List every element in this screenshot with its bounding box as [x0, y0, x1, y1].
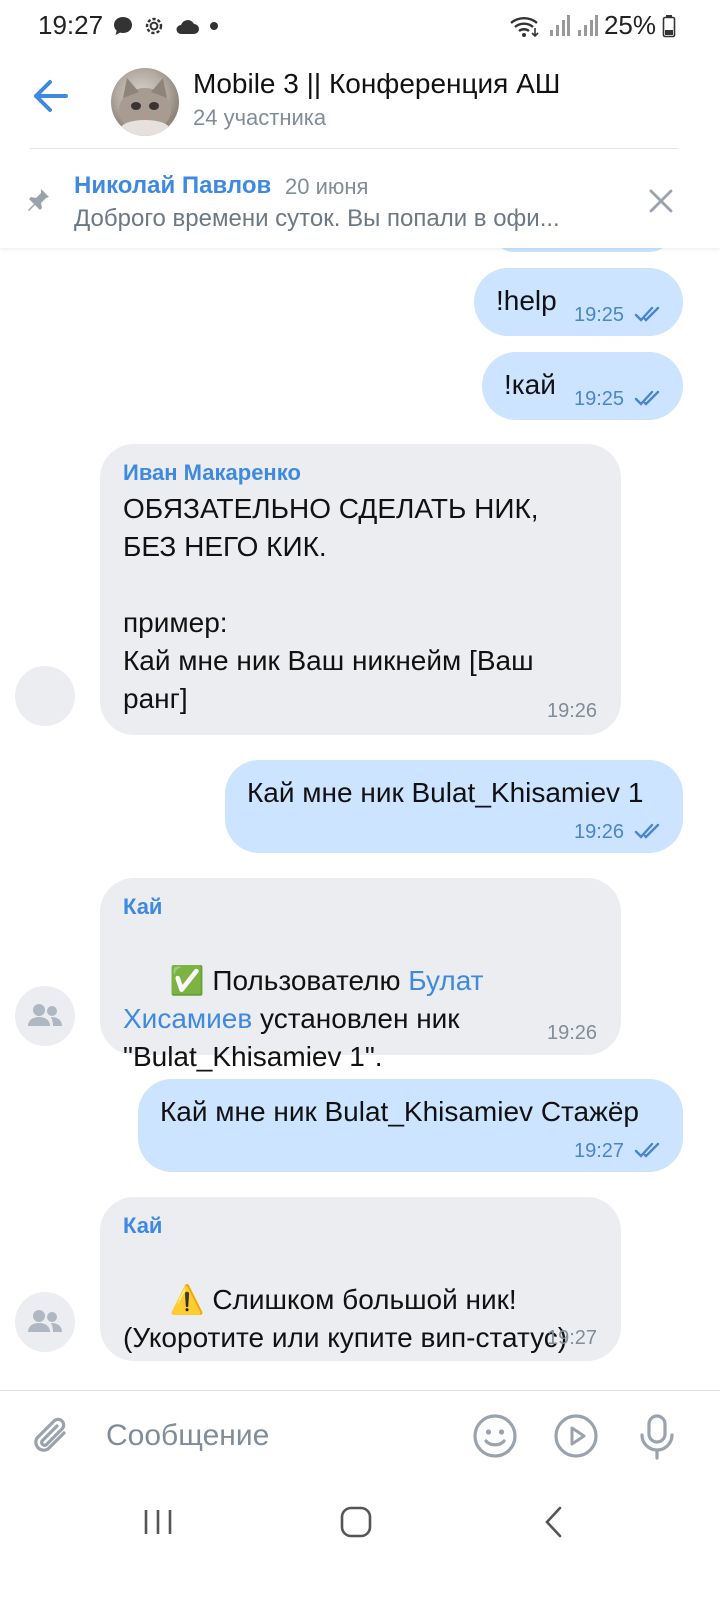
- message-time: 19:27: [574, 1140, 625, 1162]
- message-text: Кай мне ник Bulat_Khisamiev Стажёр: [160, 1096, 640, 1127]
- double-check-icon: [634, 1142, 660, 1158]
- sender-name[interactable]: Иван Макаренко: [123, 460, 301, 486]
- home-button[interactable]: [338, 1504, 374, 1540]
- message-text-part: ⚠️ Слишком большой ник!: [169, 1284, 517, 1315]
- recent-apps-button[interactable]: [140, 1504, 176, 1540]
- notification-icons: [112, 14, 220, 38]
- dot-icon: [210, 22, 218, 30]
- back-nav-button[interactable]: [538, 1504, 574, 1540]
- message-input[interactable]: [106, 1413, 436, 1459]
- message-text-part: установлен ник: [252, 1003, 460, 1034]
- message-bubble-out[interactable]: !help 19:25: [474, 268, 683, 336]
- kitten-avatar-image: [119, 78, 171, 136]
- back-button[interactable]: [28, 74, 76, 118]
- video-message-button[interactable]: [553, 1413, 599, 1464]
- pinned-message[interactable]: Николай Павлов 20 июня Доброго времени с…: [0, 150, 720, 248]
- chat-avatar[interactable]: [111, 68, 179, 136]
- chevron-left-icon: [545, 1506, 562, 1538]
- unpin-close-button[interactable]: [646, 186, 676, 216]
- play-circle-icon: [554, 1414, 598, 1458]
- paperclip-icon: [34, 1417, 66, 1452]
- wifi-icon: [510, 16, 539, 37]
- double-check-icon: [634, 390, 660, 406]
- bot-avatar[interactable]: [15, 1292, 75, 1352]
- sender-name[interactable]: Кай: [123, 894, 162, 920]
- message-text-part: ✅ Пользователю: [169, 965, 409, 996]
- pinned-author: Николай Павлов: [74, 172, 272, 199]
- system-indicators: 25%: [508, 10, 676, 41]
- double-check-icon: [634, 306, 660, 322]
- pinned-date: 20 июня: [285, 174, 369, 199]
- bot-avatar[interactable]: [15, 986, 75, 1046]
- message-text-part: "Bulat_Khisamiev 1".: [123, 1041, 383, 1072]
- user-mention-link[interactable]: Хисамиев: [123, 1003, 252, 1034]
- home-icon: [340, 1506, 372, 1538]
- chat-bubble-icon: [114, 17, 132, 35]
- microphone-icon: [640, 1414, 674, 1460]
- message-time: 19:25: [574, 304, 625, 326]
- chat-header: Mobile 3 || Конференция АШ 24 участника: [0, 52, 720, 148]
- group-users-icon: [28, 1004, 62, 1026]
- message-bubble-out[interactable]: Кай мне ник Bulat_Khisamiev 1 19:26: [225, 760, 683, 853]
- message-composer: [0, 1390, 720, 1482]
- message-bubble-out[interactable]: !кай 19:25: [482, 352, 683, 420]
- emoji-button[interactable]: [472, 1413, 518, 1464]
- message-bubble-partial: [492, 248, 672, 252]
- signal-icon: [549, 14, 570, 36]
- arrow-left-icon: [34, 80, 68, 112]
- voice-message-button[interactable]: [637, 1413, 677, 1466]
- battery-percent: 25%: [603, 10, 656, 40]
- user-mention-link[interactable]: Булат: [408, 965, 483, 996]
- gear-icon: [145, 17, 163, 35]
- battery-icon: [662, 14, 676, 37]
- double-check-icon: [634, 823, 660, 839]
- message-bubble-in[interactable]: Кай ✅ Пользователю Булат Хисамиев установ…: [100, 878, 621, 1072]
- participants-count: 24 участника: [193, 105, 327, 130]
- chat-title[interactable]: Mobile 3 || Конференция АШ: [193, 68, 560, 100]
- message-text-part: (Укоротите или купите вип-статус): [123, 1322, 568, 1353]
- message-text: !кай: [504, 369, 556, 400]
- attach-button[interactable]: [30, 1413, 74, 1464]
- sender-name[interactable]: Кай: [123, 1213, 162, 1239]
- status-bar: 19:27 25%: [0, 0, 720, 52]
- message-text: ОБЯЗАТЕЛЬНО СДЕЛАТЬ НИК, БЕЗ НЕГО КИК. п…: [123, 493, 539, 714]
- cloud-icon: [176, 20, 199, 34]
- pin-icon: [28, 189, 49, 211]
- message-time: 19:27: [547, 1327, 598, 1349]
- message-time: 19:25: [574, 388, 625, 410]
- pinned-text: Доброго времени суток. Вы попали в офи..…: [74, 205, 560, 232]
- recent-apps-icon: [144, 1510, 172, 1534]
- header-divider: [30, 148, 678, 149]
- status-time: 19:27: [38, 10, 104, 40]
- message-text: Кай мне ник Bulat_Khisamiev 1: [247, 777, 644, 808]
- message-time: 19:26: [547, 700, 598, 722]
- sender-avatar[interactable]: [15, 666, 75, 726]
- group-users-icon: [28, 1310, 62, 1332]
- message-bubble-in[interactable]: Иван Макаренко ОБЯЗАТЕЛЬНО СДЕЛАТЬ НИК, …: [100, 444, 621, 735]
- smile-icon: [473, 1414, 517, 1458]
- message-bubble-in[interactable]: Кай ⚠️ Слишком большой ник! (Укоротите ил…: [100, 1197, 621, 1361]
- message-text: ⚠️ Слишком большой ник! (Укоротите или ку…: [123, 1243, 613, 1390]
- signal-icon: [577, 14, 598, 36]
- message-time: 19:26: [574, 821, 625, 843]
- message-list[interactable]: !help 19:25 !кай 19:25 Иван Макаренко ОБ…: [0, 248, 720, 1390]
- message-text: !help: [496, 285, 557, 316]
- message-time: 19:26: [547, 1022, 598, 1044]
- message-bubble-out[interactable]: Кай мне ник Bulat_Khisamiev Стажёр 19:27: [138, 1079, 683, 1172]
- close-icon: [649, 189, 673, 213]
- system-navigation-bar: [0, 1482, 720, 1600]
